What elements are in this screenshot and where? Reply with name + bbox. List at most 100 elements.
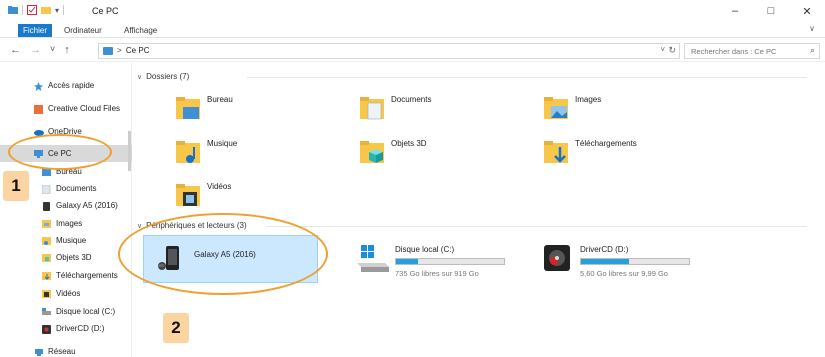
- window-controls: – □ ✕: [717, 0, 825, 22]
- group-divider: [267, 226, 807, 227]
- chevron-down-icon[interactable]: ∨: [137, 73, 142, 81]
- cd-drive-icon: [42, 324, 51, 334]
- recent-locations-button[interactable]: ˅: [50, 44, 55, 56]
- group-title: Dossiers (7): [146, 72, 190, 81]
- videos-folder-icon: [175, 182, 201, 208]
- sidebar-item-galaxy[interactable]: Galaxy A5 (2016): [42, 197, 132, 214]
- toolbar-separator: [22, 5, 23, 15]
- disk-icon: [42, 307, 51, 316]
- sidebar-item-label: Images: [56, 219, 83, 228]
- close-button[interactable]: ✕: [789, 0, 825, 22]
- disk-usage-fill: [581, 259, 629, 264]
- folder-objets-3d[interactable]: Objets 3D: [359, 135, 519, 175]
- ribbon: Fichier Ordinateur Affichage ∨: [0, 22, 825, 38]
- sidebar-item-label: Musique: [56, 236, 87, 245]
- folder-label: Documents: [391, 95, 432, 104]
- annotation-badge-1: 1: [3, 171, 29, 201]
- window-title: Ce PC: [92, 6, 119, 16]
- folder-images[interactable]: Images: [543, 91, 703, 131]
- sidebar-item-reseau[interactable]: Réseau: [34, 343, 132, 357]
- refresh-icon[interactable]: ↻: [668, 45, 676, 56]
- sidebar-item-label: Téléchargements: [56, 271, 118, 280]
- navigation-buttons: ← → ˅ ↑: [10, 44, 70, 56]
- navigation-bar: ← → ˅ ↑ > Ce PC ˅ ↻ Rechercher dans : Ce…: [0, 40, 825, 62]
- folder-musique[interactable]: Musique: [175, 135, 335, 175]
- properties-icon[interactable]: [27, 5, 37, 15]
- computer-icon: [103, 47, 113, 55]
- new-folder-icon[interactable]: [41, 5, 51, 15]
- sidebar-item-label: Vidéos: [56, 289, 81, 298]
- annotation-badge-2: 2: [163, 313, 189, 343]
- desktop-folder-icon: [175, 95, 201, 121]
- group-header-dossiers[interactable]: ∨ Dossiers (7): [137, 72, 807, 81]
- navigation-pane: Accès rapide Creative Cloud Files OneDri…: [0, 63, 132, 357]
- breadcrumb-separator[interactable]: >: [117, 46, 122, 55]
- sidebar-item-disque-local[interactable]: Disque local (C:): [42, 303, 132, 320]
- network-icon: [34, 348, 43, 356]
- tab-ordinateur[interactable]: Ordinateur: [64, 24, 102, 37]
- music-folder-icon: [175, 139, 201, 165]
- downloads-folder-icon: [543, 139, 569, 165]
- sidebar-item-label: DriverCD (D:): [56, 324, 105, 333]
- sidebar-item-videos[interactable]: Vidéos: [42, 285, 132, 302]
- sidebar-scrollbar[interactable]: [128, 131, 131, 171]
- images-folder-icon: [42, 219, 51, 228]
- annotation-ellipse-ce-pc: [8, 134, 112, 170]
- search-input[interactable]: Rechercher dans : Ce PC: [691, 47, 776, 56]
- documents-folder-icon: [359, 95, 385, 121]
- sidebar-item-acces-rapide[interactable]: Accès rapide: [34, 77, 132, 94]
- disk-usage-bar: [395, 258, 505, 265]
- toolbar-separator: [63, 5, 65, 15]
- sidebar-item-label: Disque local (C:): [56, 307, 116, 316]
- folder-videos[interactable]: Vidéos: [175, 178, 335, 218]
- sidebar-item-label: Réseau: [48, 347, 76, 356]
- cd-drive-icon: [542, 243, 570, 273]
- expand-ribbon-icon[interactable]: ∨: [809, 24, 815, 33]
- folder-label: Objets 3D: [391, 139, 427, 148]
- search-box[interactable]: Rechercher dans : Ce PC ⌕: [684, 43, 820, 59]
- sidebar-item-images[interactable]: Images: [42, 215, 132, 232]
- customize-toolbar-icon[interactable]: ▾: [55, 6, 59, 15]
- disk-usage-bar: [580, 258, 690, 265]
- folder-bureau[interactable]: Bureau: [175, 91, 335, 131]
- device-disque-local[interactable]: Disque local (C:) 735 Go libres sur 919 …: [345, 235, 520, 283]
- sidebar-item-label: Galaxy A5 (2016): [56, 201, 118, 210]
- folder-label: Bureau: [207, 95, 233, 104]
- images-folder-icon: [543, 95, 569, 121]
- address-dropdown-icon[interactable]: ˅: [660, 45, 665, 54]
- annotation-ellipse-galaxy: [118, 213, 328, 295]
- tab-affichage[interactable]: Affichage: [124, 24, 157, 37]
- folder-label: Vidéos: [207, 182, 232, 191]
- sidebar-item-telechargements[interactable]: Téléchargements: [42, 267, 132, 284]
- device-label: Disque local (C:): [395, 245, 455, 254]
- content-pane: ∨ Dossiers (7) Bureau Documents Images M…: [133, 63, 825, 357]
- objects3d-folder-icon: [359, 139, 385, 165]
- breadcrumb-ce-pc[interactable]: Ce PC: [126, 46, 150, 55]
- disk-space-text: 735 Go libres sur 919 Go: [395, 269, 479, 278]
- folder-documents[interactable]: Documents: [359, 91, 519, 131]
- objects3d-folder-icon: [42, 253, 51, 262]
- title-bar: ▾ Ce PC – □ ✕: [0, 0, 825, 22]
- folder-label: Téléchargements: [575, 139, 637, 148]
- tab-fichier[interactable]: Fichier: [18, 24, 52, 37]
- quick-access-toolbar: ▾: [8, 5, 65, 15]
- documents-folder-icon: [41, 184, 51, 194]
- creative-cloud-icon: [34, 104, 43, 114]
- disk-usage-fill: [396, 259, 418, 264]
- address-bar[interactable]: > Ce PC ˅ ↻: [98, 43, 680, 59]
- up-button[interactable]: ↑: [64, 44, 70, 56]
- sidebar-item-label: Documents: [56, 184, 97, 193]
- forward-button[interactable]: →: [30, 44, 41, 56]
- sidebar-item-creative-cloud[interactable]: Creative Cloud Files: [34, 100, 132, 117]
- folder-icon[interactable]: [8, 5, 18, 15]
- breadcrumb: > Ce PC: [117, 46, 149, 55]
- sidebar-item-drivercd[interactable]: DriverCD (D:): [42, 320, 132, 337]
- folder-telechargements[interactable]: Téléchargements: [543, 135, 703, 175]
- back-button[interactable]: ←: [10, 44, 21, 56]
- minimize-button[interactable]: –: [717, 0, 753, 22]
- maximize-button[interactable]: □: [753, 0, 789, 22]
- device-drivercd[interactable]: DriverCD (D:) 5,60 Go libres sur 9,99 Go: [530, 235, 705, 283]
- sidebar-item-label: Accès rapide: [48, 81, 95, 90]
- group-divider: [247, 77, 807, 78]
- sidebar-item-documents[interactable]: Documents: [41, 180, 132, 197]
